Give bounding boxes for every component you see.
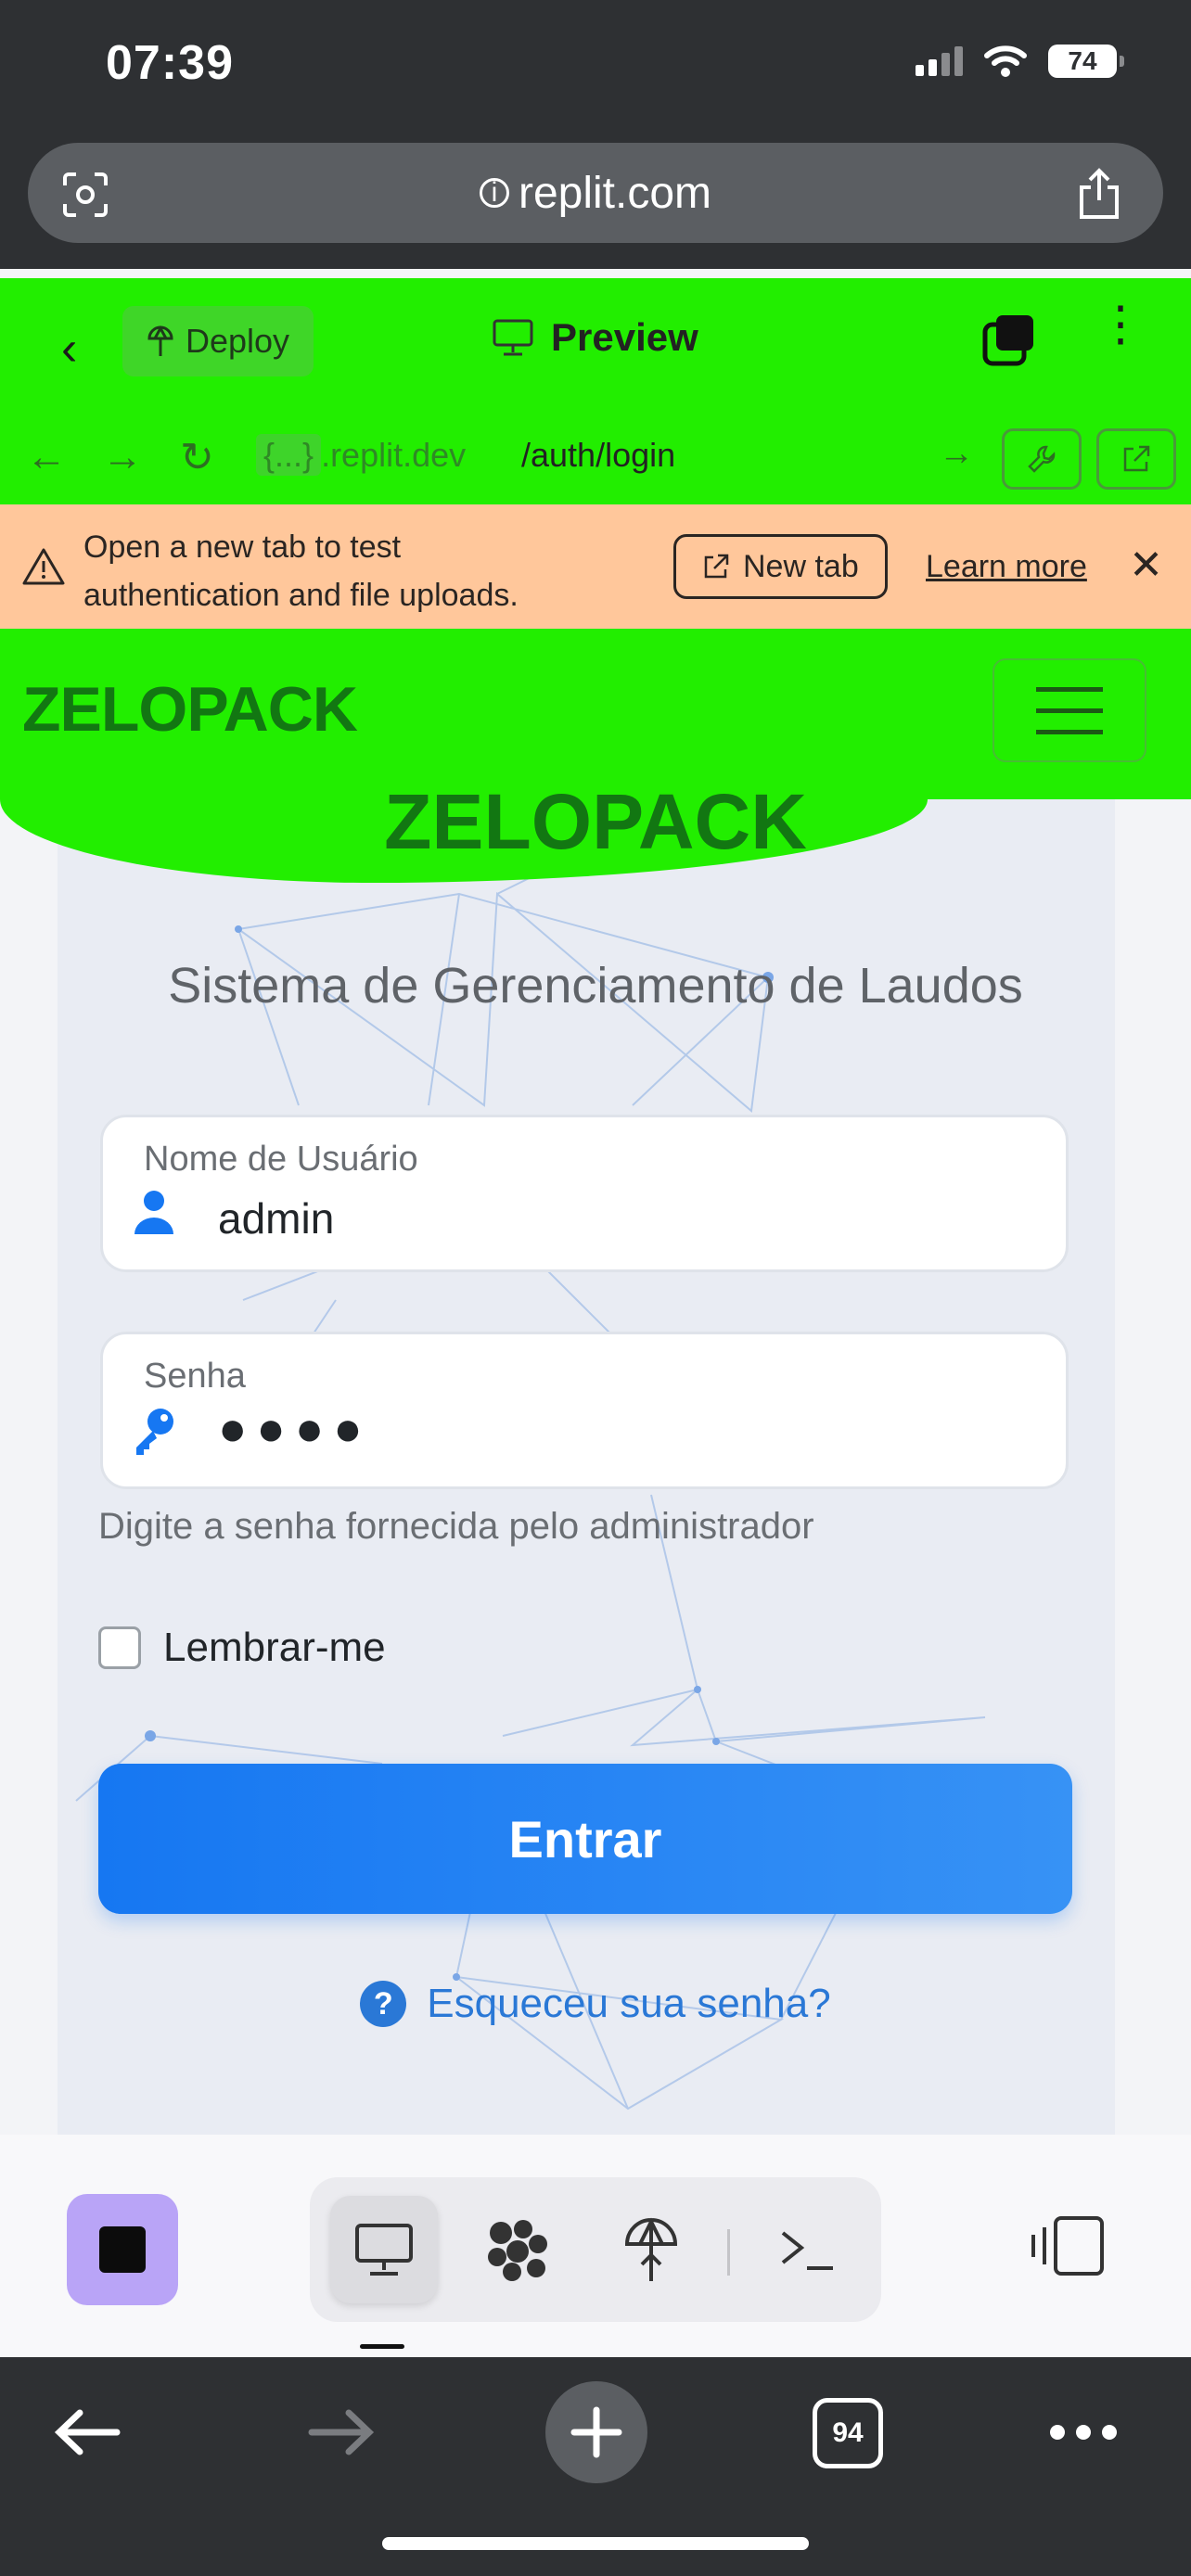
subtitle: Sistema de Gerenciamento de Laudos (168, 958, 1023, 1014)
forgot-password-label[interactable]: Esqueceu sua senha? (427, 1981, 830, 2027)
deploy-icon (147, 325, 173, 356)
new-tab-plus-button[interactable] (545, 2381, 647, 2483)
go-arrow-icon[interactable]: → (939, 434, 974, 474)
user-icon (134, 1191, 173, 1234)
key-icon (136, 1409, 173, 1455)
tab-count-button[interactable]: 94 (813, 2398, 883, 2468)
password-help-text: Digite a senha fornecida pelo administra… (98, 1506, 814, 1547)
preview-tab[interactable]: Preview (492, 315, 698, 360)
tabs-stack-icon[interactable] (981, 313, 1037, 369)
home-indicator (382, 2537, 809, 2550)
site-info-icon[interactable]: i (479, 177, 509, 208)
remember-me[interactable]: Lembrar-me (98, 1625, 386, 1671)
back-chevron-icon[interactable]: ‹ (61, 321, 77, 376)
ellipsis-icon (1050, 2425, 1117, 2440)
shell-tool-button[interactable] (753, 2196, 861, 2303)
status-bar: 07:39 74 (0, 0, 1191, 130)
auth-warning-banner: Open a new tab to test authentication an… (0, 504, 1191, 629)
nav-forward-icon[interactable]: → (102, 434, 143, 480)
deploy-tool-button[interactable] (597, 2196, 705, 2303)
remember-label[interactable]: Lembrar-me (163, 1625, 386, 1671)
toolbar-divider (727, 2229, 730, 2276)
reload-icon[interactable]: ↻ (180, 434, 214, 481)
card-brand: ZELOPACK (384, 778, 807, 865)
deploy-icon (624, 2217, 678, 2281)
browser-back-button[interactable] (50, 2381, 124, 2483)
wifi-icon (984, 45, 1027, 77)
split-layout-icon[interactable] (1028, 2209, 1108, 2283)
remember-checkbox[interactable] (98, 1626, 141, 1669)
terminal-icon (781, 2231, 833, 2270)
nav-back-icon[interactable]: ← (26, 434, 67, 480)
replit-bottom-toolbar (0, 2135, 1191, 2357)
banner-text: Open a new tab to test authentication an… (83, 529, 519, 613)
password-field[interactable]: Senha ●●●● (100, 1332, 1069, 1489)
stop-button[interactable] (67, 2194, 178, 2305)
external-link-icon (1123, 445, 1150, 472)
new-tab-label: New tab (743, 548, 859, 584)
dev-url-domain: .replit.dev (321, 436, 467, 474)
agent-icon (488, 2220, 547, 2281)
close-icon[interactable]: ✕ (1129, 542, 1163, 589)
stop-icon (99, 2226, 146, 2273)
status-icons: 74 (916, 45, 1124, 78)
app-navbar: ZELOPACK (0, 629, 1191, 799)
forward-arrow-icon (308, 2409, 375, 2455)
username-label: Nome de Usuário (144, 1140, 418, 1179)
hamburger-icon (1036, 686, 1103, 692)
menu-toggle-button[interactable] (992, 658, 1146, 762)
agent-tool-button[interactable] (464, 2196, 571, 2303)
deploy-button[interactable]: Deploy (122, 306, 314, 376)
drag-handle[interactable] (360, 2344, 404, 2349)
url-path[interactable]: /auth/login (521, 436, 675, 475)
plus-icon (570, 2406, 622, 2458)
url-text: replit.com (518, 168, 712, 218)
external-link-icon (704, 554, 729, 579)
more-menu-icon[interactable]: ⋮ (1096, 300, 1145, 349)
new-tab-button[interactable]: New tab (673, 534, 888, 599)
monitor-icon (355, 2224, 413, 2276)
dev-url[interactable]: {...} .replit.dev (256, 434, 467, 476)
deploy-label: Deploy (186, 322, 290, 360)
password-label: Senha (144, 1357, 246, 1396)
monitor-icon (493, 319, 533, 356)
username-input[interactable]: admin (218, 1193, 334, 1243)
navbar-brand[interactable]: ZELOPACK (22, 673, 358, 746)
back-arrow-icon (54, 2409, 121, 2455)
battery-indicator: 74 (1048, 45, 1124, 78)
browser-address-area: i replit.com (0, 130, 1191, 269)
question-circle-icon: ? (360, 1981, 407, 2027)
cellular-signal-icon (916, 46, 963, 76)
tool-switcher (310, 2177, 881, 2322)
address-bar[interactable]: i replit.com (28, 143, 1163, 243)
lens-icon[interactable] (61, 171, 109, 219)
browser-more-icon[interactable] (1048, 2381, 1119, 2483)
forgot-password-link[interactable]: ? Esqueceu sua senha? (0, 1981, 1191, 2027)
replit-header: ‹ Deploy Preview ⋮ (0, 278, 1191, 412)
warning-icon (22, 548, 65, 585)
username-field[interactable]: Nome de Usuário admin (100, 1115, 1069, 1272)
devtools-button[interactable] (1002, 428, 1082, 490)
browser-forward-button[interactable] (304, 2381, 378, 2483)
wrench-icon (1028, 445, 1056, 473)
share-icon[interactable] (1074, 167, 1124, 221)
preview-label: Preview (551, 315, 698, 359)
password-input[interactable]: ●●●● (218, 1401, 372, 1457)
dev-url-chip: {...} (256, 434, 322, 476)
login-button[interactable]: Entrar (98, 1764, 1072, 1914)
learn-more-link[interactable]: Learn more (926, 549, 1087, 585)
preview-tool-button[interactable] (330, 2196, 438, 2303)
status-time: 07:39 (106, 36, 234, 90)
preview-nav-bar: ← → ↻ {...} .replit.dev /auth/login → (0, 412, 1191, 504)
open-external-button[interactable] (1096, 428, 1176, 490)
